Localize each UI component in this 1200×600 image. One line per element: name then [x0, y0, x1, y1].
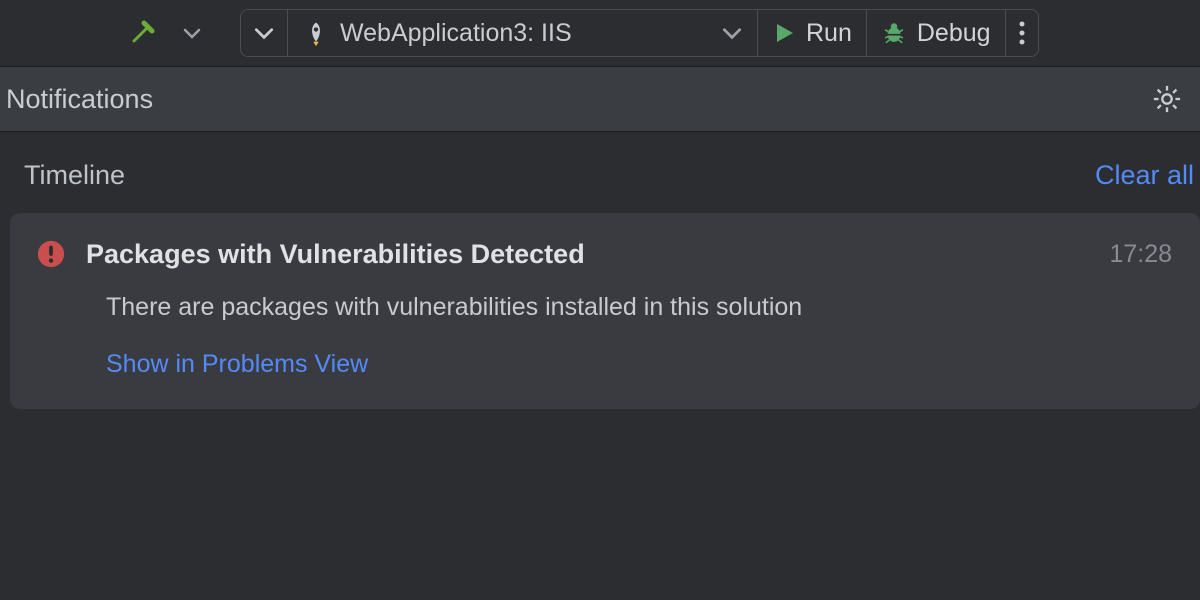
run-config-label: WebApplication3: IIS — [340, 19, 572, 48]
timeline-row: Timeline Clear all — [0, 150, 1200, 213]
notifications-panel: Timeline Clear all Packages with Vulnera… — [0, 132, 1200, 409]
clear-all-link[interactable]: Clear all — [1095, 160, 1194, 191]
notification-title: Packages with Vulnerabilities Detected — [86, 239, 1091, 270]
run-config-selector[interactable]: WebApplication3: IIS — [288, 10, 758, 56]
timeline-label: Timeline — [24, 160, 125, 191]
debug-label: Debug — [917, 19, 991, 48]
run-label: Run — [806, 19, 852, 48]
notification-time: 17:28 — [1109, 240, 1172, 269]
play-icon — [772, 21, 796, 45]
settings-button[interactable] — [1152, 84, 1182, 114]
show-in-problems-link[interactable]: Show in Problems View — [106, 350, 368, 379]
more-actions-button[interactable] — [1006, 10, 1038, 56]
run-button[interactable]: Run — [758, 10, 867, 56]
hammer-icon — [128, 17, 160, 49]
notification-message: There are packages with vulnerabilities … — [106, 293, 1172, 322]
notifications-title: Notifications — [6, 84, 153, 115]
build-dropdown[interactable] — [174, 10, 210, 56]
rocket-icon — [302, 19, 330, 47]
bug-icon — [881, 20, 907, 46]
error-icon — [34, 237, 68, 271]
build-button[interactable] — [120, 10, 168, 56]
history-dropdown[interactable] — [241, 10, 288, 56]
chevron-down-icon — [253, 22, 275, 44]
main-toolbar: WebApplication3: IIS Run Debug — [0, 0, 1200, 66]
notification-card[interactable]: Packages with Vulnerabilities Detected 1… — [10, 213, 1200, 409]
notifications-header: Notifications — [0, 66, 1200, 132]
more-vertical-icon — [1018, 19, 1026, 47]
chevron-down-icon — [721, 22, 743, 44]
run-config-group: WebApplication3: IIS Run Debug — [240, 9, 1039, 57]
chevron-down-icon — [182, 23, 202, 43]
debug-button[interactable]: Debug — [867, 10, 1006, 56]
notification-card-header: Packages with Vulnerabilities Detected 1… — [34, 237, 1172, 271]
